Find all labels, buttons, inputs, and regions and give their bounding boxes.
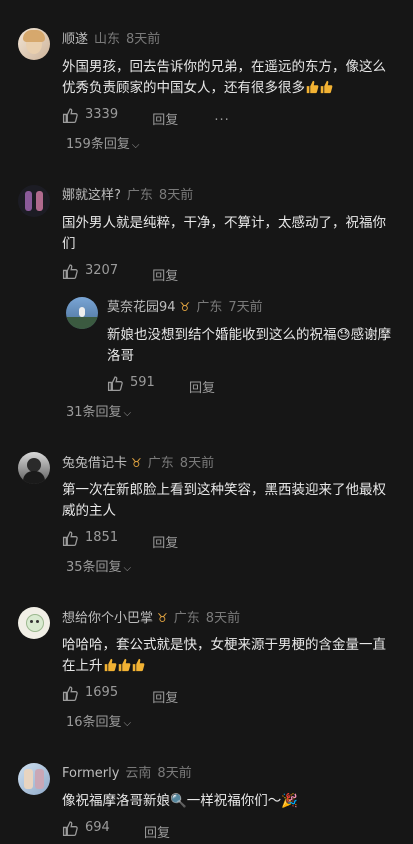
expand-replies[interactable]: 16条回复 ⌵: [66, 711, 131, 730]
location-label: 山东: [94, 32, 121, 47]
chevron-down-icon: ⌵: [123, 718, 132, 729]
expand-replies-label: 31条回复: [66, 405, 122, 420]
username[interactable]: 顺遂: [62, 32, 88, 47]
chevron-down-icon: ⌵: [131, 140, 140, 151]
thumb-up-icon: [62, 263, 78, 279]
like-count: 1851: [85, 530, 119, 545]
reply-button[interactable]: 回复: [152, 534, 178, 554]
username[interactable]: 娜就这样?: [62, 188, 121, 203]
thumb-up-icon: [107, 375, 123, 391]
more-options-button[interactable]: ···: [214, 111, 229, 131]
expand-replies[interactable]: 31条回复 ⌵: [66, 401, 131, 420]
username[interactable]: Formerly: [62, 766, 119, 781]
subreply-text: 新娘也没想到结个婚能收到这么的祝福😓感谢摩洛哥: [107, 327, 392, 364]
expand-replies-label: 35条回复: [66, 560, 122, 575]
comment-text: 第一次在新郎脸上看到这种笑容，黑西装迎来了他最权威的主人: [62, 482, 386, 519]
thumbs-up-emoji: [103, 658, 117, 672]
thumb-up-icon: [62, 530, 78, 546]
like-button[interactable]: 591: [107, 373, 155, 393]
thumbs-up-emoji: [319, 80, 333, 94]
thumb-up-icon: [62, 107, 78, 123]
badge-icon: ♉: [179, 300, 191, 314]
location-label: 广东: [173, 611, 200, 626]
avatar[interactable]: [18, 185, 50, 217]
expand-replies-label: 16条回复: [66, 715, 122, 730]
expand-replies[interactable]: 159条回复 ⌵: [66, 133, 139, 152]
expand-replies[interactable]: 35条回复 ⌵: [66, 556, 131, 575]
chevron-down-icon: ⌵: [123, 563, 132, 574]
location-label: 广东: [147, 456, 174, 471]
timestamp: 8天前: [157, 766, 192, 781]
timestamp: 7天前: [228, 300, 263, 315]
location-label: 广东: [196, 300, 223, 315]
timestamp: 8天前: [158, 188, 194, 203]
timestamp: 8天前: [205, 611, 241, 626]
thumbs-up-emoji: [305, 80, 319, 94]
avatar[interactable]: [18, 763, 50, 795]
reply-button[interactable]: 回复: [152, 111, 178, 131]
like-count: 591: [130, 375, 155, 390]
comment-text: 国外男人就是纯粹，干净，不算计，太感动了，祝福你们: [62, 215, 386, 252]
location-label: 云南: [125, 766, 152, 781]
avatar[interactable]: [18, 607, 50, 639]
badge-icon: ♉: [157, 611, 168, 625]
location-label: 广东: [126, 188, 153, 203]
username[interactable]: 莫奈花园94: [107, 300, 176, 315]
badge-icon: ♉: [131, 456, 142, 470]
avatar[interactable]: [18, 28, 50, 60]
comment-text-body: 外国男孩，回去告诉你的兄弟，在遥远的东方，像这么优秀负责顾家的中国女人，还有很多…: [62, 59, 386, 96]
like-count: 694: [85, 820, 110, 835]
thumbs-up-emoji: [131, 658, 145, 672]
comment-text: 哈哈哈，套公式就是快，女梗来源于男梗的含金量一直在上升: [62, 635, 392, 677]
reply-button[interactable]: 回复: [144, 824, 170, 844]
like-button[interactable]: 1695: [62, 683, 118, 703]
reply-button[interactable]: 回复: [152, 689, 178, 709]
like-button[interactable]: 3339: [62, 105, 118, 125]
like-count: 3339: [85, 107, 119, 122]
avatar[interactable]: [18, 452, 50, 484]
like-button[interactable]: 1851: [62, 528, 118, 548]
username[interactable]: 兔兔借记卡: [62, 456, 127, 471]
username[interactable]: 想给你个小巴掌: [62, 611, 153, 626]
timestamp: 8天前: [179, 456, 215, 471]
thumb-up-icon: [62, 685, 78, 701]
thumbs-up-emoji: [117, 658, 131, 672]
like-count: 1695: [85, 685, 119, 700]
chevron-down-icon: ⌵: [123, 408, 132, 419]
like-button[interactable]: 3207: [62, 261, 118, 281]
reply-button[interactable]: 回复: [189, 379, 215, 399]
reply-button[interactable]: 回复: [152, 267, 178, 287]
like-button[interactable]: 694: [62, 818, 110, 838]
thumb-up-icon: [62, 820, 78, 836]
avatar[interactable]: [66, 297, 98, 329]
timestamp: 8天前: [126, 32, 161, 47]
comment-text: 外国男孩，回去告诉你的兄弟，在遥远的东方，像这么优秀负责顾家的中国女人，还有很多…: [62, 57, 392, 99]
comment-text: 像祝福摩洛哥新娘🔍一样祝福你们～🎉: [62, 793, 299, 809]
expand-replies-label: 159条回复: [66, 137, 130, 152]
like-count: 3207: [85, 263, 119, 278]
